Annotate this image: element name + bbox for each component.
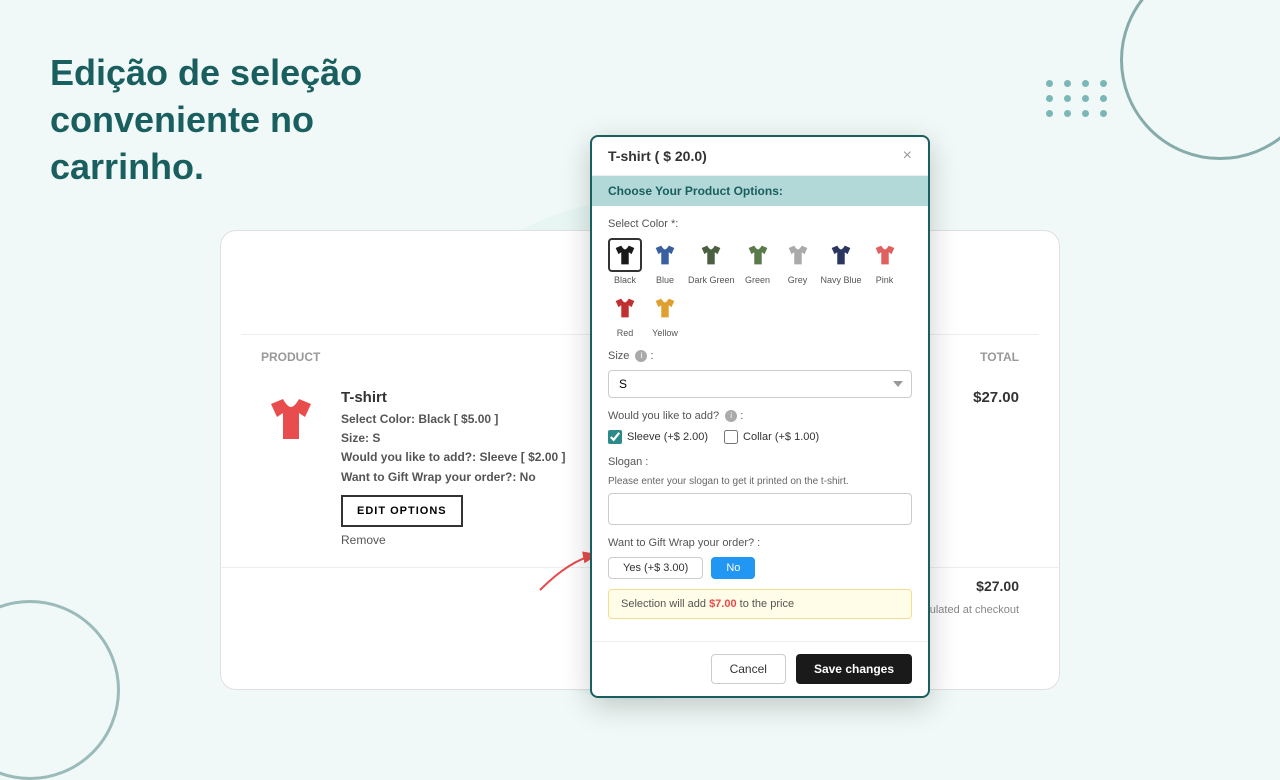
- size-field-label: Size i :: [608, 350, 912, 362]
- cancel-button[interactable]: Cancel: [711, 654, 786, 684]
- product-options-modal[interactable]: T-shirt ( $ 20.0) × Choose Your Product …: [590, 135, 930, 698]
- collar-checkbox[interactable]: [724, 430, 738, 444]
- price-notice-before: Selection will add: [621, 598, 709, 610]
- edit-options-button[interactable]: EDIT OPTIONS: [341, 495, 463, 527]
- sleeve-checkbox[interactable]: [608, 430, 622, 444]
- color-field-label: Select Color *:: [608, 218, 912, 230]
- modal-section-header: Choose Your Product Options:: [592, 176, 928, 206]
- price-notice-amount: $7.00: [709, 598, 737, 610]
- heading-line2: carrinho.: [50, 146, 204, 187]
- giftwrap-no-button[interactable]: No: [711, 557, 755, 579]
- giftwrap-yes-button[interactable]: Yes (+$ 3.00): [608, 557, 703, 579]
- size-info-icon: i: [635, 350, 647, 362]
- slogan-input[interactable]: [608, 493, 912, 525]
- color-option-yellow[interactable]: Yellow: [648, 291, 682, 338]
- color-label-black: Black: [614, 275, 636, 285]
- price-notice-after: to the price: [737, 598, 794, 610]
- color-option-grey[interactable]: Grey: [781, 238, 815, 285]
- add-options-checkboxes: Sleeve (+$ 2.00) Collar (+$ 1.00): [608, 430, 912, 444]
- page-heading: Edição de seleção conveniente no carrinh…: [50, 50, 470, 190]
- color-label-yellow: Yellow: [652, 328, 678, 338]
- bg-circle-top-right: [1120, 0, 1280, 160]
- heading-line1: Edição de seleção conveniente no: [50, 52, 362, 140]
- color-option-red[interactable]: Red: [608, 291, 642, 338]
- collar-checkbox-label[interactable]: Collar (+$ 1.00): [724, 430, 819, 444]
- sleeve-label: Sleeve (+$ 2.00): [627, 431, 708, 443]
- product-column-header: PRODUCT: [261, 350, 320, 364]
- color-options: Black Blue Dark Green: [608, 238, 912, 338]
- color-option-blue[interactable]: Blue: [648, 238, 682, 285]
- color-label-navyblue: Navy Blue: [821, 275, 862, 285]
- bg-circle-bottom-left: [0, 600, 120, 780]
- size-detail: Size: S: [341, 431, 380, 445]
- color-option-green[interactable]: Green: [741, 238, 775, 285]
- color-option-pink[interactable]: Pink: [868, 238, 902, 285]
- add-detail: Would you like to add?: Sleeve [ $2.00 ]: [341, 450, 566, 464]
- color-label-blue: Blue: [656, 275, 674, 285]
- summary-total-value: $27.00: [959, 578, 1019, 594]
- color-option-navyblue[interactable]: Navy Blue: [821, 238, 862, 285]
- giftwrap-detail: Want to Gift Wrap your order?: No: [341, 470, 536, 484]
- add-info-icon: i: [725, 410, 737, 422]
- size-field: Size i : S M L XL: [608, 350, 912, 398]
- slogan-field: Slogan : Please enter your slogan to get…: [608, 456, 912, 525]
- color-label-darkgreen: Dark Green: [688, 275, 735, 285]
- sleeve-checkbox-label[interactable]: Sleeve (+$ 2.00): [608, 430, 708, 444]
- color-label-green: Green: [745, 275, 770, 285]
- giftwrap-options: Yes (+$ 3.00) No: [608, 557, 912, 579]
- modal-header: T-shirt ( $ 20.0) ×: [592, 137, 928, 176]
- cart-product-total: $27.00: [959, 389, 1019, 406]
- color-label-grey: Grey: [788, 275, 808, 285]
- color-option-black[interactable]: Black: [608, 238, 642, 285]
- collar-label: Collar (+$ 1.00): [743, 431, 819, 443]
- giftwrap-label: Want to Gift Wrap your order? :: [608, 537, 912, 549]
- color-label: Select Color: Black [ $5.00 ]: [341, 412, 498, 426]
- bg-dots: [1046, 80, 1110, 117]
- color-label-pink: Pink: [876, 275, 894, 285]
- size-select[interactable]: S M L XL: [608, 370, 912, 398]
- slogan-field-label: Slogan :: [608, 456, 912, 468]
- save-changes-button[interactable]: Save changes: [796, 654, 912, 684]
- total-column-header: TOTAL: [980, 350, 1019, 364]
- price-notice: Selection will add $7.00 to the price: [608, 589, 912, 619]
- color-label-red: Red: [617, 328, 634, 338]
- slogan-description: Please enter your slogan to get it print…: [608, 476, 912, 487]
- modal-body: Select Color *: Black Blue: [592, 206, 928, 641]
- modal-close-button[interactable]: ×: [903, 147, 912, 165]
- tshirt-image: [261, 389, 321, 449]
- modal-title: T-shirt ( $ 20.0): [608, 148, 707, 164]
- add-options-field: Would you like to add? i : Sleeve (+$ 2.…: [608, 410, 912, 444]
- giftwrap-field: Want to Gift Wrap your order? : Yes (+$ …: [608, 537, 912, 579]
- color-option-darkgreen[interactable]: Dark Green: [688, 238, 735, 285]
- add-options-label: Would you like to add? i :: [608, 410, 912, 422]
- modal-footer: Cancel Save changes: [592, 641, 928, 696]
